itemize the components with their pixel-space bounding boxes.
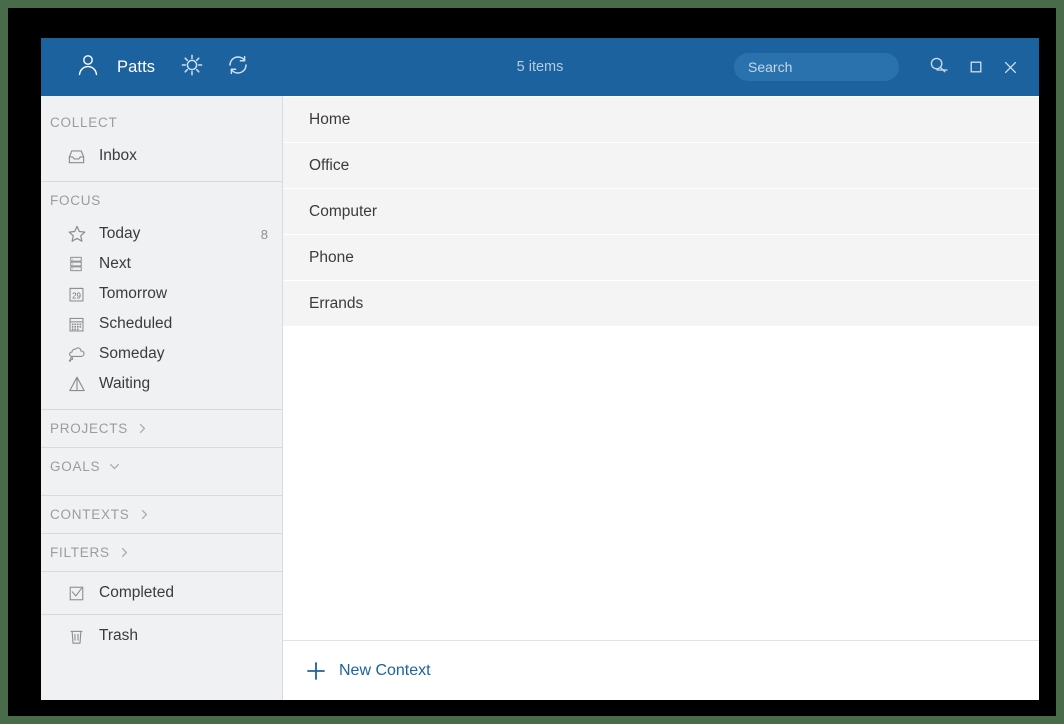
- sidebar-item-label: Today: [99, 225, 141, 242]
- sidebar-section-focus: FOCUS Today 8 Next 29 Tomorrow Scheduled…: [41, 182, 282, 409]
- inbox-icon: [67, 147, 93, 166]
- section-label: PROJECTS: [50, 421, 129, 436]
- sidebar-section-projects: PROJECTS: [41, 410, 282, 447]
- sidebar-top-spacer: [41, 96, 282, 104]
- sidebar-item-label: Scheduled: [99, 315, 173, 332]
- sidebar-item-label: Next: [99, 255, 131, 272]
- svg-text:29: 29: [72, 291, 81, 300]
- list-item[interactable]: Computer: [283, 189, 1039, 234]
- sidebar: COLLECT Inbox FOCUS Today 8 Next 29 Tomo…: [41, 96, 283, 700]
- title-bar: Patts 5 items Search: [41, 38, 1039, 96]
- refresh-icon: [225, 52, 251, 83]
- section-label: COLLECT: [50, 115, 118, 130]
- sidebar-item-trash[interactable]: Trash: [41, 615, 282, 657]
- maximize-button[interactable]: [959, 50, 993, 84]
- chevron-right-icon: [138, 508, 151, 521]
- section-label: FILTERS: [50, 545, 110, 560]
- chevron-down-icon: [108, 460, 121, 473]
- sidebar-item-label: Completed: [99, 584, 174, 601]
- list-item-label: Computer: [309, 202, 378, 220]
- gear-icon: [179, 52, 205, 83]
- section-label: GOALS: [50, 459, 101, 474]
- section-header-goals[interactable]: GOALS: [41, 448, 282, 485]
- chevron-right-icon: [136, 422, 149, 435]
- account-name: Patts: [117, 57, 156, 76]
- sidebar-item-label: Someday: [99, 345, 165, 362]
- list-item-label: Office: [309, 156, 350, 174]
- sidebar-section-contexts: CONTEXTS: [41, 496, 282, 533]
- new-context-label: New Context: [339, 661, 431, 679]
- sidebar-item-completed[interactable]: Completed: [41, 572, 282, 614]
- sidebar-item-label: Tomorrow: [99, 285, 168, 302]
- sidebar-item-today[interactable]: Today 8: [41, 219, 282, 249]
- list-item[interactable]: Phone: [283, 235, 1039, 280]
- section-bottom-spacer: [41, 171, 282, 181]
- sidebar-section-collect: COLLECT Inbox: [41, 104, 282, 181]
- list-stack-icon: [67, 255, 93, 273]
- content-footer: New Context: [283, 640, 1039, 700]
- list-item[interactable]: Office: [283, 143, 1039, 188]
- section-header-contexts[interactable]: CONTEXTS: [41, 496, 282, 533]
- list-item[interactable]: Errands: [283, 281, 1039, 326]
- chevron-right-icon: [118, 546, 131, 559]
- title-bar-left-group: Patts: [41, 44, 261, 90]
- close-icon: [1003, 60, 1018, 75]
- sidebar-item-count: 8: [260, 226, 268, 242]
- sidebar-item-tomorrow[interactable]: 29 Tomorrow: [41, 279, 282, 309]
- sidebar-section-goals: GOALS: [41, 448, 282, 495]
- list-item-label: Phone: [309, 248, 354, 266]
- sidebar-item-scheduled[interactable]: Scheduled: [41, 309, 282, 339]
- list-item-label: Errands: [309, 294, 364, 312]
- user-icon: [75, 52, 101, 83]
- checkbox-icon: [67, 584, 93, 603]
- sync-button[interactable]: [215, 44, 261, 90]
- application-window: Patts 5 items Search COLLECT Inbox FOCUS…: [41, 38, 1039, 700]
- sidebar-section-filters: FILTERS: [41, 534, 282, 571]
- title-bar-right-group: [734, 50, 1039, 84]
- settings-button[interactable]: [169, 44, 215, 90]
- user-account-button[interactable]: [65, 44, 111, 90]
- new-context-button[interactable]: New Context: [305, 660, 431, 682]
- section-header-filters[interactable]: FILTERS: [41, 534, 282, 571]
- search-input[interactable]: [748, 59, 929, 75]
- search-box[interactable]: [734, 53, 946, 81]
- sidebar-item-someday[interactable]: Someday: [41, 339, 282, 369]
- section-label: CONTEXTS: [50, 507, 130, 522]
- sidebar-item-label: Trash: [99, 627, 139, 644]
- section-label: FOCUS: [50, 193, 101, 208]
- close-button[interactable]: [993, 50, 1027, 84]
- star-icon: [67, 224, 93, 244]
- sidebar-item-next[interactable]: Next: [41, 249, 282, 279]
- sidebar-item-inbox[interactable]: Inbox: [41, 141, 282, 171]
- hourglass-icon: [67, 374, 93, 394]
- desktop-backdrop: Patts 5 items Search COLLECT Inbox FOCUS…: [8, 8, 1056, 716]
- section-header-collect: COLLECT: [41, 104, 282, 141]
- section-bottom-spacer: [41, 485, 282, 495]
- sidebar-item-waiting[interactable]: Waiting: [41, 369, 282, 399]
- sidebar-item-label: Inbox: [99, 147, 137, 164]
- section-header-focus: FOCUS: [41, 182, 282, 219]
- content-area: Home Office Computer Phone Errands New C…: [283, 96, 1039, 700]
- section-header-projects[interactable]: PROJECTS: [41, 410, 282, 447]
- calendar-29-icon: 29: [67, 285, 93, 304]
- minimize-icon: [935, 60, 949, 74]
- context-list: Home Office Computer Phone Errands: [283, 96, 1039, 640]
- section-bottom-spacer: [41, 399, 282, 409]
- list-item-label: Home: [309, 110, 351, 128]
- sidebar-item-label: Waiting: [99, 375, 151, 392]
- list-item[interactable]: Home: [283, 97, 1039, 142]
- trash-icon: [67, 627, 93, 646]
- window-body: COLLECT Inbox FOCUS Today 8 Next 29 Tomo…: [41, 96, 1039, 700]
- maximize-icon: [969, 60, 983, 74]
- thought-cloud-icon: [67, 344, 93, 364]
- minimize-button[interactable]: [925, 50, 959, 84]
- calendar-grid-icon: [67, 315, 93, 334]
- plus-icon: [305, 660, 327, 682]
